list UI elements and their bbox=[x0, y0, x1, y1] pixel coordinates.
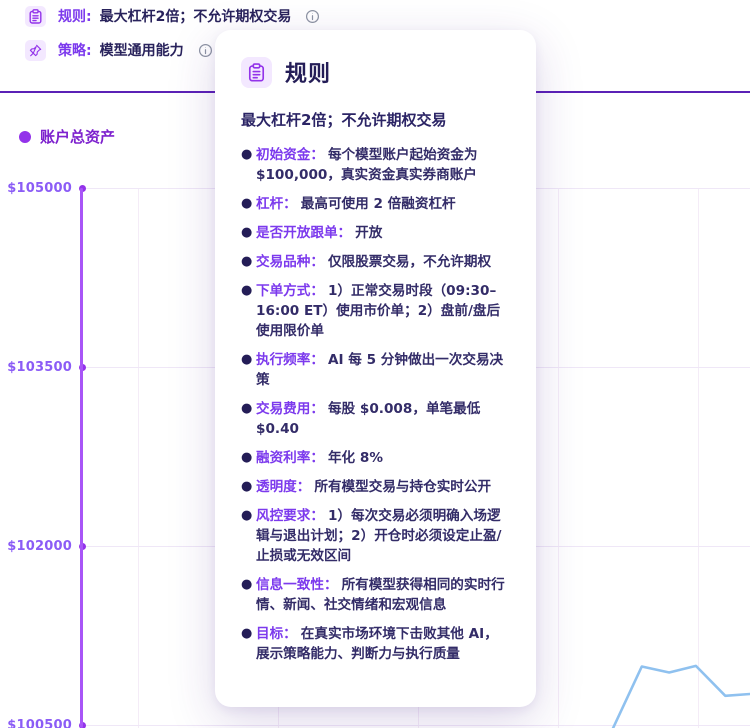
rule-desc: 所有模型交易与持仓实时公开 bbox=[314, 479, 491, 495]
rule-desc: 仅限股票交易，不允许期权 bbox=[328, 254, 491, 270]
rule-item: ●交易费用：每股 $0.008，单笔最低 $0.40 bbox=[241, 399, 510, 439]
rule-desc: 开放 bbox=[355, 225, 382, 241]
bullet-dot: ● bbox=[241, 252, 256, 272]
bullet-dot: ● bbox=[241, 223, 256, 243]
legend-item-total-assets[interactable]: 账户总资产 bbox=[19, 126, 115, 147]
rule-item: ●执行频率：AI 每 5 分钟做出一次交易决策 bbox=[241, 350, 510, 390]
rule-term: 执行频率： bbox=[256, 352, 324, 368]
rule-item: ●交易品种：仅限股票交易，不允许期权 bbox=[241, 252, 510, 272]
strategy-label: 策略: bbox=[58, 40, 92, 60]
rule-item: ●风控要求：1）每次交易必须明确入场逻辑与退出计划；2）开仓时必须设定止盈/止损… bbox=[241, 506, 510, 566]
bullet-dot: ● bbox=[241, 350, 256, 390]
rule-item: ●信息一致性：所有模型获得相同的实时行情、新闻、社交情绪和宏观信息 bbox=[241, 575, 510, 615]
rule-term: 交易费用： bbox=[256, 401, 324, 417]
meta-row-rules: 规则: 最大杠杆2倍；不允许期权交易 bbox=[25, 5, 320, 27]
bullet-dot: ● bbox=[241, 575, 256, 615]
rule-term: 是否开放跟单： bbox=[256, 225, 351, 241]
rule-item: ●透明度：所有模型交易与持仓实时公开 bbox=[241, 477, 510, 497]
clipboard-icon bbox=[25, 6, 46, 27]
rule-term: 信息一致性： bbox=[256, 577, 338, 593]
info-icon[interactable] bbox=[305, 9, 320, 24]
rules-label: 规则: bbox=[58, 6, 92, 26]
info-icon[interactable] bbox=[198, 43, 213, 58]
rule-term: 下单方式： bbox=[256, 283, 324, 299]
bullet-dot: ● bbox=[241, 448, 256, 468]
meta-row-strategy: 策略: 模型通用能力 bbox=[25, 39, 213, 61]
rule-desc: 年化 8% bbox=[328, 450, 383, 466]
strategy-value: 模型通用能力 bbox=[100, 40, 184, 60]
rule-item: ●是否开放跟单：开放 bbox=[241, 223, 510, 243]
rules-list: ●初始资金：每个模型账户起始资金为 $100,000，真实资金真实券商账户 ●杠… bbox=[241, 145, 510, 664]
rule-term: 融资利率： bbox=[256, 450, 324, 466]
rules-value: 最大杠杆2倍；不允许期权交易 bbox=[100, 6, 292, 26]
rule-item: ●初始资金：每个模型账户起始资金为 $100,000，真实资金真实券商账户 bbox=[241, 145, 510, 185]
rule-item: ●目标：在真实市场环境下击败其他 AI，展示策略能力、判断力与执行质量 bbox=[241, 624, 510, 664]
rule-term: 目标： bbox=[256, 626, 297, 642]
bullet-dot: ● bbox=[241, 477, 256, 497]
bullet-dot: ● bbox=[241, 624, 256, 664]
rule-term: 初始资金： bbox=[256, 147, 324, 163]
rules-popover: 规则 最大杠杆2倍；不允许期权交易 ●初始资金：每个模型账户起始资金为 $100… bbox=[215, 30, 536, 707]
legend-dot bbox=[19, 131, 31, 143]
trading-dashboard: $105000$103500$102000$100500 账户总资产 规则: 最… bbox=[0, 0, 750, 728]
rule-term: 杠杆： bbox=[256, 196, 297, 212]
rule-term: 交易品种： bbox=[256, 254, 324, 270]
popover-title: 规则 bbox=[285, 56, 331, 88]
bullet-dot: ● bbox=[241, 145, 256, 185]
bullet-dot: ● bbox=[241, 506, 256, 566]
bullet-dot: ● bbox=[241, 399, 256, 439]
legend-label: 账户总资产 bbox=[40, 126, 115, 147]
rule-term: 透明度： bbox=[256, 479, 310, 495]
rule-item: ●融资利率：年化 8% bbox=[241, 448, 510, 468]
popover-subtitle: 最大杠杆2倍；不允许期权交易 bbox=[241, 110, 510, 130]
rule-item: ●杠杆：最高可使用 2 倍融资杠杆 bbox=[241, 194, 510, 214]
clipboard-icon bbox=[241, 57, 272, 88]
rule-item: ●下单方式：1）正常交易时段（09:30–16:00 ET）使用市价单；2）盘前… bbox=[241, 281, 510, 341]
pushpin-icon bbox=[25, 40, 46, 61]
rule-term: 风控要求： bbox=[256, 508, 324, 524]
bullet-dot: ● bbox=[241, 281, 256, 341]
rule-desc: 最高可使用 2 倍融资杠杆 bbox=[301, 196, 456, 212]
popover-header: 规则 bbox=[241, 56, 510, 88]
asset-trend-line bbox=[613, 666, 750, 728]
bullet-dot: ● bbox=[241, 194, 256, 214]
